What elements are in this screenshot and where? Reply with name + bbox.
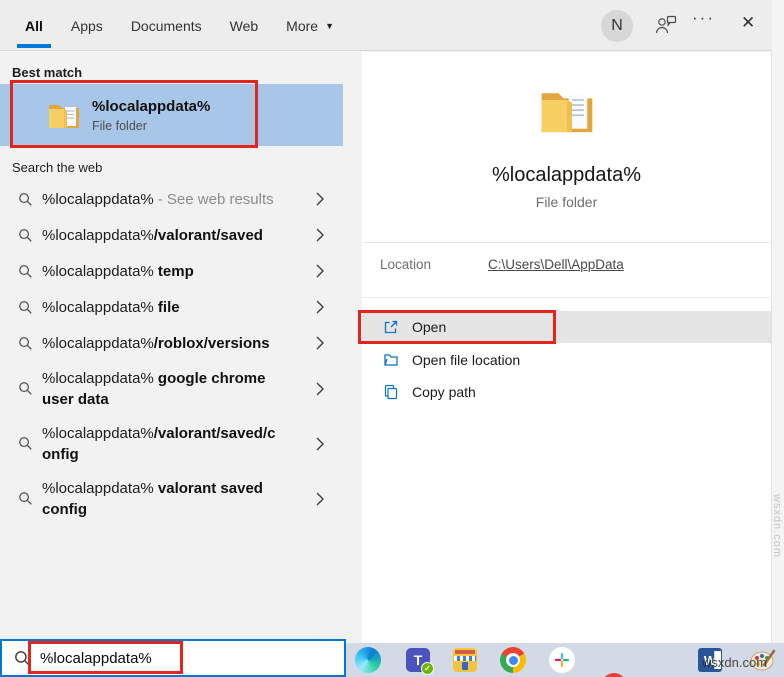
best-match-subtitle: File folder (92, 119, 210, 133)
search-icon (18, 264, 33, 279)
chevron-right-icon (316, 382, 324, 396)
best-match-header: Best match (12, 65, 82, 80)
search-box[interactable] (0, 639, 346, 677)
location-link[interactable]: C:\Users\Dell\AppData (488, 257, 624, 272)
search-icon (18, 228, 33, 243)
location-row: Location C:\Users\Dell\AppData (380, 257, 624, 272)
edge-icon[interactable] (355, 647, 381, 673)
action-copy-path-label: Copy path (412, 384, 476, 400)
search-icon (18, 192, 33, 207)
chevron-right-icon (316, 228, 324, 242)
web-suggestion-row[interactable]: %localappdata%/valorant/saved (0, 217, 343, 253)
copy-icon (383, 384, 399, 400)
action-copy-path[interactable]: Copy path (362, 376, 771, 408)
tab-all[interactable]: All (25, 18, 43, 34)
results-panel: Best match %localappdata% File folder (0, 52, 362, 643)
watermark-right: wsxdn.com (771, 494, 783, 558)
close-icon[interactable]: ✕ (741, 13, 755, 33)
search-icon (18, 491, 33, 506)
web-suggestion-row[interactable]: %localappdata%- See web results (0, 181, 343, 217)
location-label: Location (380, 257, 488, 272)
feedback-icon[interactable] (654, 14, 678, 36)
search-header: All Apps Documents Web More ▼ N ··· ✕ (0, 0, 772, 51)
action-open-label: Open (412, 319, 446, 335)
action-open-file-location[interactable]: Open file location (362, 344, 771, 376)
web-suggestion-row[interactable]: %localappdata%/roblox/versions (0, 325, 343, 361)
chevron-right-icon (316, 192, 324, 206)
chevron-right-icon (316, 437, 324, 451)
more-label: More (286, 18, 318, 34)
tab-documents[interactable]: Documents (131, 18, 202, 34)
more-options-icon[interactable]: ··· (692, 8, 715, 28)
preview-panel: %localappdata% File folder Location C:\U… (362, 52, 772, 643)
chevron-down-icon: ▼ (325, 21, 334, 31)
user-avatar[interactable]: N (601, 10, 633, 42)
search-icon (18, 336, 33, 351)
divider (362, 242, 770, 243)
search-tabs: All Apps Documents Web More ▼ (25, 0, 334, 51)
store-game-icon[interactable] (452, 647, 478, 673)
folder-icon-large (540, 88, 594, 134)
search-input[interactable] (40, 650, 295, 667)
web-suggestions-list: %localappdata%- See web results %localap… (0, 181, 343, 526)
best-match-title: %localappdata% (92, 98, 210, 115)
web-suggestion-row[interactable]: %localappdata% valorant saved config (0, 471, 343, 526)
divider (362, 297, 770, 298)
search-icon (18, 381, 33, 396)
folder-icon (48, 102, 80, 129)
web-suggestion-row[interactable]: %localappdata% temp (0, 253, 343, 289)
open-icon (383, 319, 399, 335)
chevron-right-icon (316, 492, 324, 506)
best-match-result[interactable]: %localappdata% File folder (0, 84, 343, 146)
action-open[interactable]: Open (362, 311, 771, 343)
folder-outline-icon (383, 352, 399, 368)
paint-icon[interactable] (749, 647, 775, 673)
tab-more[interactable]: More ▼ (286, 18, 334, 34)
chrome-icon[interactable] (500, 647, 526, 673)
web-suggestion-row[interactable]: %localappdata% google chrome user data (0, 361, 343, 416)
chevron-right-icon (316, 264, 324, 278)
preview-subtitle: File folder (362, 194, 771, 210)
action-open-file-location-label: Open file location (412, 352, 520, 368)
windows-search-flyout: All Apps Documents Web More ▼ N ··· ✕ Be… (0, 0, 784, 677)
chevron-right-icon (316, 336, 324, 350)
preview-title: %localappdata% (362, 164, 771, 187)
chevron-right-icon (316, 300, 324, 314)
search-the-web-header: Search the web (12, 160, 102, 175)
web-suggestion-row[interactable]: %localappdata%/valorant/saved/config (0, 416, 343, 471)
teams-icon[interactable]: T✓ (405, 647, 431, 673)
search-icon (18, 436, 33, 451)
search-icon (18, 300, 33, 315)
search-icon (14, 650, 31, 667)
word-icon[interactable]: W (697, 647, 723, 673)
chrome-profile-icon[interactable] (601, 673, 627, 677)
tab-apps[interactable]: Apps (71, 18, 103, 34)
slack-icon[interactable] (549, 647, 575, 673)
tab-web[interactable]: Web (230, 18, 259, 34)
web-suggestion-row[interactable]: %localappdata% file (0, 289, 343, 325)
